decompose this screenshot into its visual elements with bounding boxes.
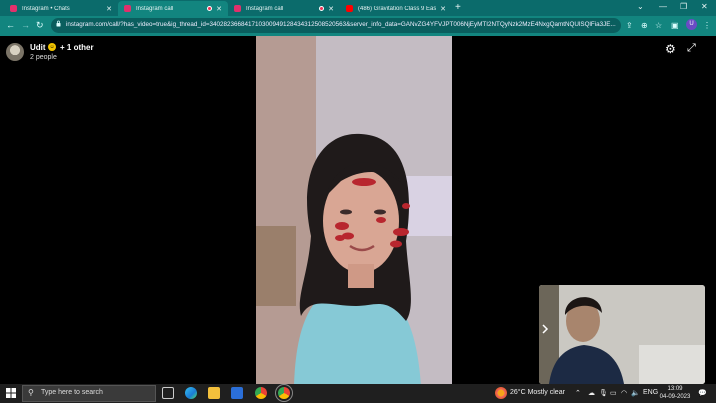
show-hidden-icons-icon[interactable]: ⌃	[575, 389, 581, 397]
youtube-favicon-icon	[346, 5, 353, 12]
battery-icon[interactable]: ▭	[610, 389, 617, 397]
tab-title: Instagram • Chats	[22, 5, 70, 12]
expand-icon[interactable]: ⤢	[687, 42, 696, 55]
participant-name: Udit	[30, 43, 46, 52]
close-tab-icon[interactable]: ✕	[106, 5, 112, 13]
remote-video-feed	[256, 36, 452, 384]
more-menu-icon[interactable]: ⋮	[703, 21, 711, 30]
file-explorer-icon[interactable]	[208, 387, 220, 399]
close-tab-icon[interactable]: ✕	[440, 5, 446, 13]
tab-instagram-call[interactable]: Instagram call ✕	[228, 1, 340, 16]
forward-icon[interactable]: →	[21, 20, 30, 30]
self-video-preview[interactable]	[539, 285, 705, 384]
volume-icon[interactable]: 🔈	[631, 389, 640, 397]
new-tab-button[interactable]: +	[455, 2, 461, 13]
side-panel-icon[interactable]: ▣	[671, 21, 679, 30]
close-window-icon[interactable]: ✕	[701, 2, 708, 11]
smiley-badge-icon: ☺	[48, 43, 56, 51]
microphone-icon[interactable]: 🎙	[599, 389, 608, 397]
lock-icon[interactable]	[56, 20, 61, 27]
search-icon: ⚲	[28, 388, 34, 397]
chrome-icon[interactable]	[255, 387, 267, 399]
gear-icon[interactable]: ⚙	[665, 42, 676, 56]
tab-youtube[interactable]: (486) Gravitation Class 9 Easiest ✕	[340, 1, 452, 16]
windows-start-icon[interactable]	[6, 388, 16, 398]
mail-icon[interactable]	[231, 387, 243, 399]
tab-search-icon[interactable]: ⌄	[637, 2, 644, 11]
clock-time: 13:09	[667, 386, 683, 392]
zoom-icon[interactable]: ⊕	[641, 21, 648, 30]
close-tab-icon[interactable]: ✕	[216, 5, 222, 13]
people-count: 2 people	[30, 54, 57, 61]
reload-icon[interactable]: ↻	[36, 20, 44, 31]
share-icon[interactable]: ⇪	[626, 21, 633, 30]
weather-text[interactable]: 26°C Mostly clear	[510, 389, 565, 396]
onedrive-icon[interactable]: ☁	[588, 389, 595, 397]
instagram-favicon-icon	[234, 5, 241, 12]
instagram-favicon-icon	[10, 5, 17, 12]
back-icon[interactable]: ←	[6, 20, 15, 30]
tab-title: Instagram call	[136, 5, 174, 12]
language-indicator[interactable]: ENG	[643, 389, 658, 396]
maximize-icon[interactable]: ❐	[680, 2, 687, 11]
taskbar-clock[interactable]: 13:09 04-09-2023	[658, 385, 692, 401]
profile-avatar[interactable]: U	[686, 19, 697, 30]
self-video-image	[539, 285, 705, 384]
notifications-icon[interactable]: 💬	[698, 389, 707, 397]
participant-avatar	[6, 43, 24, 61]
remote-video-image	[256, 36, 452, 384]
tab-instagram-chats[interactable]: Instagram • Chats ✕	[4, 1, 118, 16]
weather-icon	[495, 387, 507, 399]
close-tab-icon[interactable]: ✕	[328, 5, 334, 13]
chrome-active-icon[interactable]	[275, 384, 293, 402]
bookmark-star-icon[interactable]: ☆	[655, 21, 662, 30]
url-text[interactable]: instagram.com/call/?has_video=true&ig_th…	[66, 21, 618, 28]
search-placeholder[interactable]: Type here to search	[41, 389, 103, 396]
wifi-icon[interactable]: ◠	[621, 389, 627, 397]
instagram-favicon-icon	[124, 5, 131, 12]
tab-title: Instagram call	[246, 5, 284, 12]
minimize-icon[interactable]: —	[659, 2, 667, 11]
edge-browser-icon[interactable]	[185, 387, 197, 399]
recording-icon	[319, 6, 325, 11]
clock-date: 04-09-2023	[659, 394, 691, 400]
recording-icon	[207, 6, 213, 11]
other-participants: + 1 other	[60, 43, 94, 52]
task-view-icon[interactable]	[162, 387, 174, 399]
tab-title: (486) Gravitation Class 9 Easiest	[358, 5, 437, 12]
tab-instagram-call-active[interactable]: Instagram call ✕	[118, 1, 228, 16]
